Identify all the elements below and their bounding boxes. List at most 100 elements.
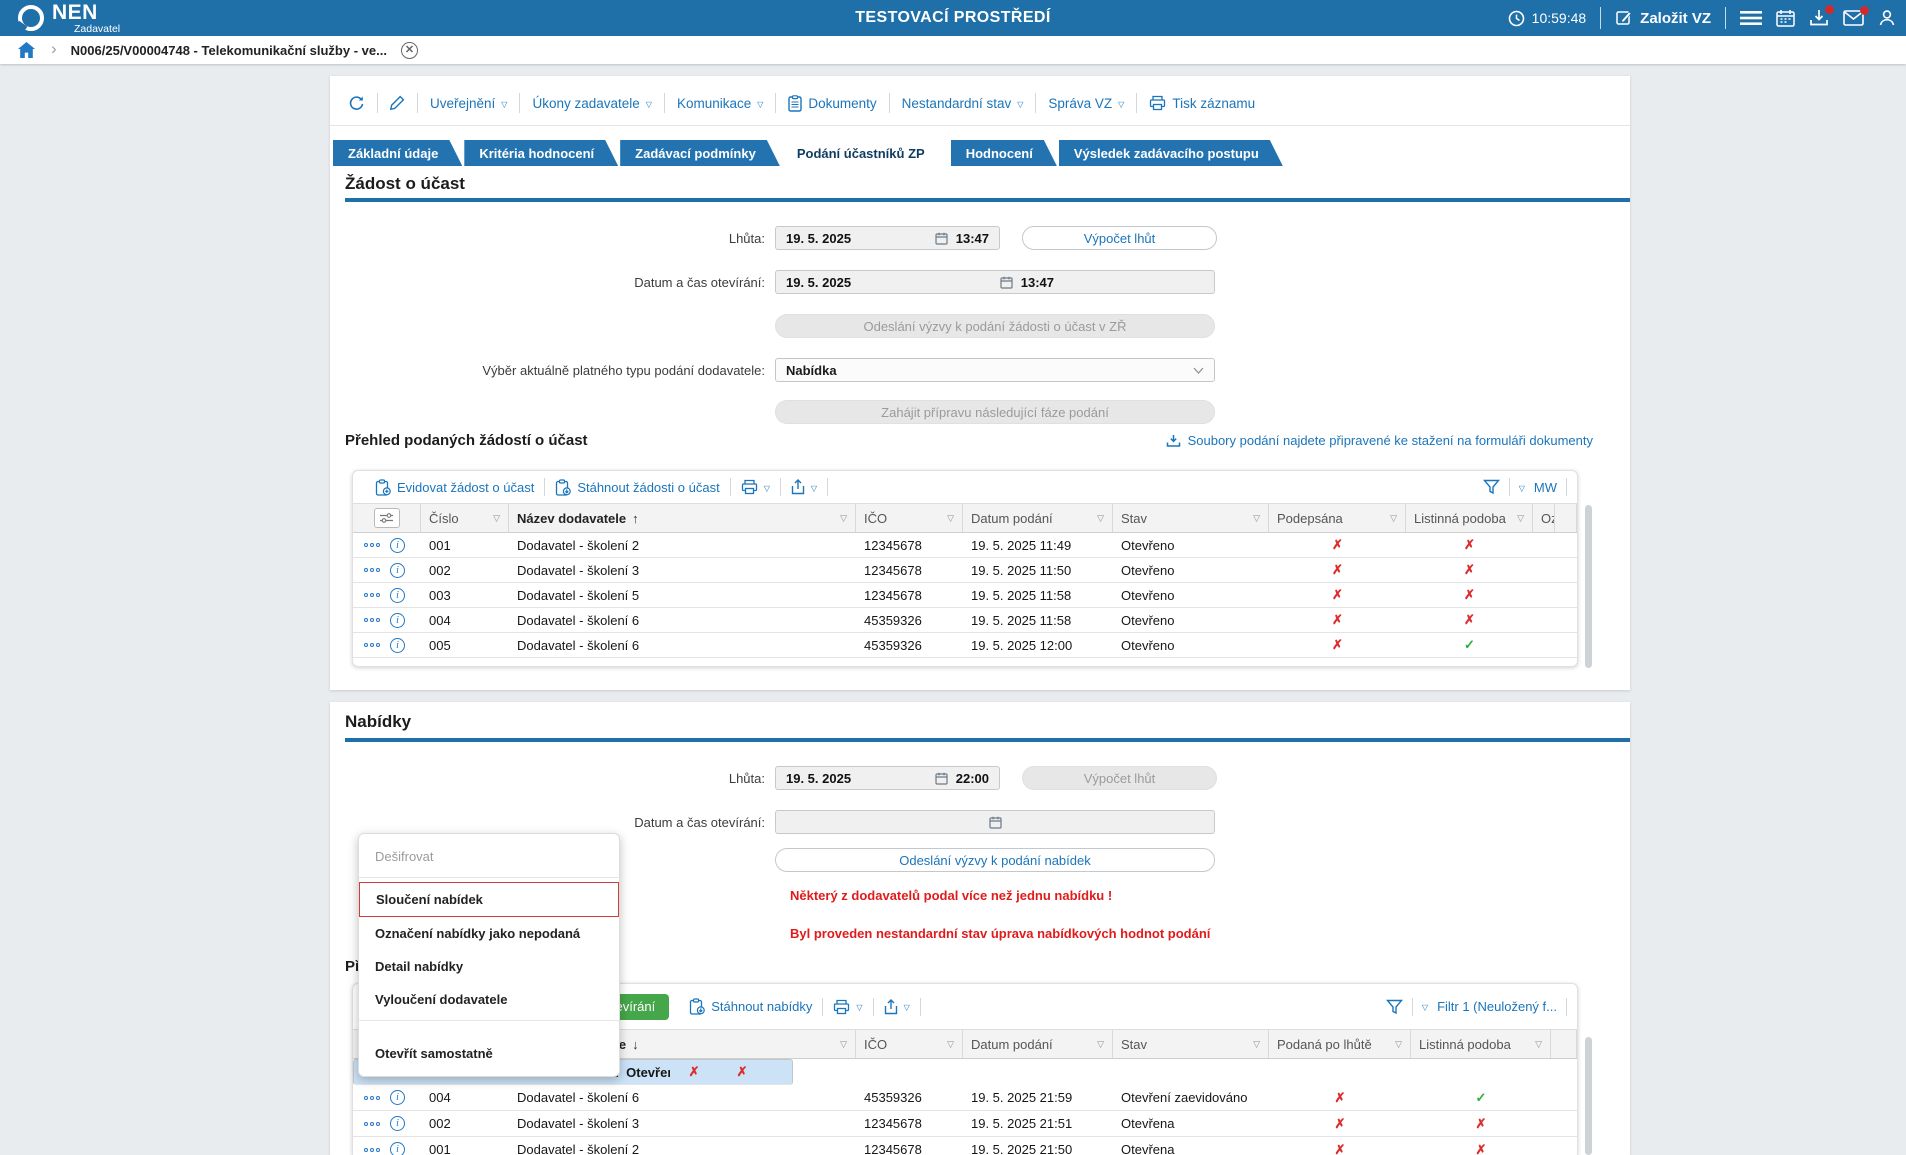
filter-caret-icon[interactable]: ▽ [493, 513, 500, 524]
menu-item-detail-nab-dky[interactable]: Detail nabídky [359, 950, 619, 983]
user-button[interactable] [1878, 9, 1896, 27]
row-menu-button[interactable] [361, 1094, 383, 1102]
table-action[interactable]: ▽ [781, 479, 827, 495]
row-menu-button[interactable] [361, 541, 383, 549]
column-header-ozna-[interactable]: Označ [1533, 504, 1555, 532]
tab-hodnocen-[interactable]: Hodnocení [951, 140, 1057, 166]
table-row[interactable]: i003Dodavatel - školení 51234567819. 5. … [353, 583, 1577, 608]
row-menu-button[interactable] [361, 591, 383, 599]
info-icon[interactable]: i [390, 563, 405, 578]
saved-filter-name[interactable]: MW [1534, 480, 1557, 495]
filter-caret-icon[interactable]: ▽ [1535, 1039, 1542, 1050]
column-header-i-o[interactable]: IČO▽ [856, 504, 963, 532]
filter-caret-icon[interactable]: ▽ [947, 1039, 954, 1050]
lhuta-input[interactable]: 19. 5. 2025 13:47 [775, 226, 1000, 250]
toolbar-item-uve-ejn-n-[interactable]: Uveřejnění▽ [418, 96, 519, 111]
close-icon[interactable]: ✕ [401, 42, 418, 59]
table-action-evidovat-dost-o-ast[interactable]: Evidovat žádost o účast [365, 479, 544, 496]
menu-item-vylou-en-dodavatele[interactable]: Vyloučení dodavatele [359, 983, 619, 1016]
vypocet-lhut-button[interactable]: Výpočet lhůt [1022, 226, 1217, 250]
filter-caret-icon[interactable]: ▽ [1097, 513, 1104, 524]
odeslani-vyzvy-nabidek-button[interactable]: Odeslání výzvy k podání nabídek [775, 848, 1215, 872]
toolbar-item-komunikace[interactable]: Komunikace▽ [665, 96, 775, 111]
filter-caret-icon[interactable]: ▽ [1517, 513, 1524, 524]
table-scrollbar[interactable] [1585, 1037, 1592, 1155]
column-header-stav[interactable]: Stav▽ [1113, 504, 1269, 532]
soubory-podani-link[interactable]: Soubory podání najdete připravené ke sta… [1166, 433, 1593, 448]
saved-filter-name[interactable]: Filtr 1 (Neuložený f... [1437, 999, 1557, 1014]
info-icon[interactable]: i [390, 1090, 405, 1105]
table-action[interactable]: ▽ [823, 999, 872, 1015]
table-action-st-hnout-dosti-o-ast[interactable]: Stáhnout žádosti o účast [545, 479, 729, 496]
table-scrollbar[interactable] [1585, 505, 1592, 668]
filter-caret-icon[interactable]: ▽ [840, 513, 847, 524]
info-icon[interactable]: i [390, 1116, 405, 1131]
toolbar-item-dokumenty[interactable]: Dokumenty [776, 95, 888, 112]
column-header-datum-pod-n-[interactable]: Datum podání▽ [963, 1030, 1113, 1058]
tab-v-sledek-zad-vac-ho-postupu[interactable]: Výsledek zadávacího postupu [1059, 140, 1283, 166]
menu-item-otev-t-samostatn-[interactable]: Otevřít samostatně [359, 1037, 619, 1070]
create-vz-button[interactable]: Založit VZ [1615, 9, 1711, 27]
filter-caret-icon[interactable]: ▽ [1390, 513, 1397, 524]
row-menu-button[interactable] [361, 616, 383, 624]
filter-caret-icon[interactable]: ▽ [1253, 513, 1260, 524]
toolbar-item--kony-zadavatele[interactable]: Úkony zadavatele▽ [520, 96, 663, 111]
table-action[interactable]: ▽ [874, 999, 920, 1015]
table-action[interactable]: ▽ [731, 479, 780, 495]
calendar-small-icon[interactable] [989, 816, 1002, 829]
breadcrumb-item[interactable]: N006/25/V00004748 - Telekomunikační služ… [71, 43, 387, 58]
menu-item-ozna-en-nab-dky-jako-nepodan-[interactable]: Označení nabídky jako nepodaná [359, 917, 619, 950]
tab-pod-n-astn-k-zp[interactable]: Podání účastníků ZP [782, 140, 949, 166]
info-icon[interactable]: i [390, 613, 405, 628]
typ-podani-select[interactable]: Nabídka [775, 358, 1215, 382]
menu-item-slou-en-nab-dek[interactable]: Sloučení nabídek [359, 882, 619, 917]
row-menu-button[interactable] [361, 641, 383, 649]
toolbar-item-spr-va-vz[interactable]: Správa VZ▽ [1036, 96, 1136, 111]
calendar-small-icon[interactable] [1000, 276, 1013, 289]
table-row[interactable]: i001Dodavatel - školení 21234567819. 5. … [353, 533, 1577, 558]
table-row[interactable]: i005Dodavatel - školení 64535932619. 5. … [353, 633, 1577, 658]
column-header-podeps-na[interactable]: Podepsána▽ [1269, 504, 1406, 532]
column-header-podan-po-lh-t-[interactable]: Podaná po lhůtě▽ [1269, 1030, 1411, 1058]
table-row[interactable]: i004Dodavatel - školení 64535932619. 5. … [353, 608, 1577, 633]
column-header-stav[interactable]: Stav▽ [1113, 1030, 1269, 1058]
table-row[interactable]: i002Dodavatel - školení 31234567819. 5. … [353, 558, 1577, 583]
filter-caret-icon[interactable]: ▽ [1395, 1039, 1402, 1050]
calendar-button[interactable] [1776, 9, 1795, 27]
info-icon[interactable]: i [390, 638, 405, 653]
toolbar-item[interactable] [378, 95, 417, 111]
filter-caret-icon[interactable]: ▽ [1253, 1039, 1260, 1050]
column-settings-button[interactable] [374, 508, 400, 528]
lhuta-input[interactable]: 19. 5. 2025 22:00 [775, 766, 1000, 790]
tab-z-kladn-daje[interactable]: Základní údaje [333, 140, 462, 166]
filter-caret-icon[interactable]: ▽ [1097, 1039, 1104, 1050]
messages-button[interactable] [1843, 10, 1864, 26]
column-header-n-zev-dodavatele[interactable]: Název dodavatele↑▽ [509, 504, 856, 532]
info-icon[interactable]: i [390, 1142, 405, 1155]
calendar-small-icon[interactable] [935, 232, 948, 245]
oteviranie-input[interactable]: 19. 5. 2025 13:47 [775, 270, 1215, 294]
toolbar-item[interactable] [348, 95, 377, 112]
table-row[interactable]: i001Dodavatel - školení 21234567819. 5. … [353, 1137, 1577, 1155]
calendar-small-icon[interactable] [935, 772, 948, 785]
column-header[interactable] [353, 504, 421, 532]
filter-caret-icon[interactable]: ▽ [947, 513, 954, 524]
menu-button[interactable] [1740, 10, 1762, 26]
row-menu-button[interactable] [361, 1120, 383, 1128]
info-icon[interactable]: i [390, 588, 405, 603]
oteviranie-input-empty[interactable] [775, 810, 1215, 834]
info-icon[interactable]: i [390, 538, 405, 553]
column-header-listinn-podoba[interactable]: Listinná podoba▽ [1411, 1030, 1551, 1058]
row-menu-button[interactable] [361, 1146, 383, 1154]
column-header-listinn-podoba[interactable]: Listinná podoba▽ [1406, 504, 1533, 532]
column-header--slo[interactable]: Číslo▽ [421, 504, 509, 532]
toolbar-item-nestandardn-stav[interactable]: Nestandardní stav▽ [890, 96, 1036, 111]
tab-zad-vac-podm-nky[interactable]: Zadávací podmínky [620, 140, 780, 166]
table-row[interactable]: i004Dodavatel - školení 64535932619. 5. … [353, 1085, 1577, 1111]
table-action-st-hnout-nab-dky[interactable]: Stáhnout nabídky [679, 998, 822, 1015]
tab-krit-ria-hodnocen-[interactable]: Kritéria hodnocení [464, 140, 618, 166]
row-menu-button[interactable] [361, 566, 383, 574]
table-row[interactable]: i002Dodavatel - školení 31234567819. 5. … [353, 1111, 1577, 1137]
column-header-datum-pod-n-[interactable]: Datum podání▽ [963, 504, 1113, 532]
filter-caret-icon[interactable]: ▽ [840, 1039, 847, 1050]
